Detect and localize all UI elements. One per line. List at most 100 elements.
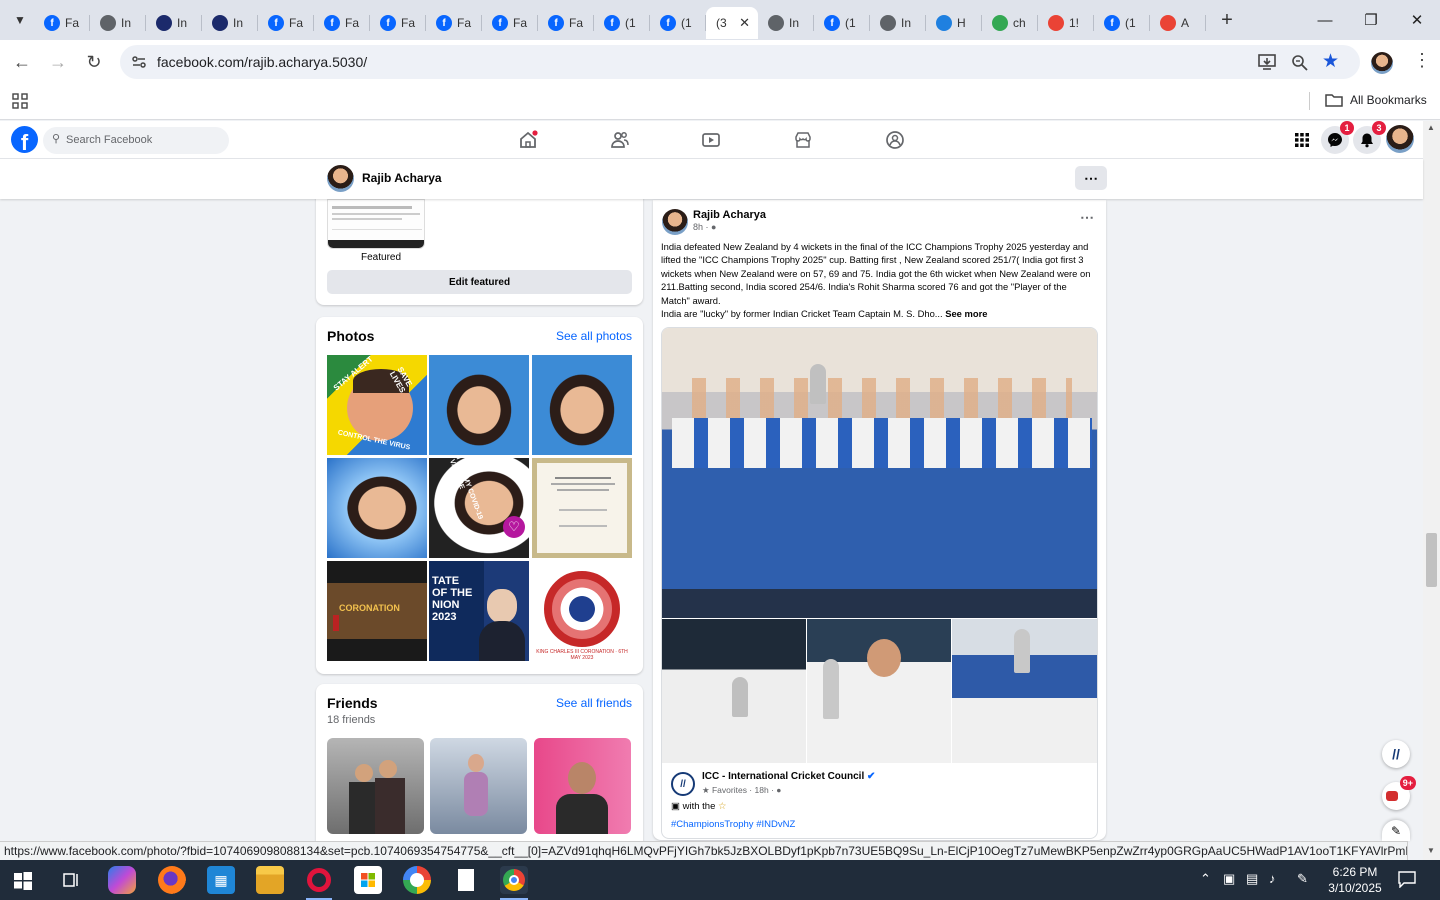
- browser-tab[interactable]: f Fa: [314, 7, 370, 39]
- install-app-icon[interactable]: [1258, 54, 1276, 70]
- windows-start-icon[interactable]: [14, 872, 32, 890]
- teamviewer-icon[interactable]: ▦: [207, 866, 235, 894]
- chrome-active-icon[interactable]: [500, 866, 528, 894]
- post-author-name[interactable]: Rajib Acharya: [693, 209, 766, 221]
- photo-certificate[interactable]: [532, 458, 632, 558]
- browser-tab[interactable]: f Fa: [34, 7, 90, 39]
- messenger-button[interactable]: 1: [1321, 121, 1354, 154]
- new-message-icon[interactable]: ✎: [1382, 820, 1410, 841]
- see-more-link[interactable]: See more: [945, 308, 987, 319]
- browser-tab[interactable]: f (1: [1094, 7, 1150, 39]
- task-view-icon[interactable]: [58, 866, 86, 894]
- minimize-button[interactable]: —: [1313, 8, 1337, 32]
- browser-tab[interactable]: f Fa: [482, 7, 538, 39]
- opera-icon[interactable]: [305, 866, 333, 894]
- see-all-photos-link[interactable]: See all photos: [556, 329, 632, 343]
- home-icon[interactable]: [518, 130, 538, 150]
- shared-thumb-1[interactable]: [662, 619, 806, 763]
- address-bar[interactable]: facebook.com/rajib.acharya.5030/: [120, 45, 1360, 79]
- browser-tab[interactable]: H: [926, 7, 982, 39]
- scroll-down-icon[interactable]: ▼: [1427, 846, 1435, 855]
- page-scrollbar[interactable]: ▲ ▼: [1423, 121, 1440, 860]
- zoom-icon[interactable]: [1291, 54, 1308, 71]
- shared-hashtags[interactable]: #ChampionsTrophy #INDvNZ: [671, 819, 795, 830]
- friend-photo-1[interactable]: [327, 738, 424, 834]
- tab-close-icon[interactable]: ✕: [739, 15, 750, 31]
- browser-tab[interactable]: In: [202, 7, 258, 39]
- reload-button[interactable]: ↻: [82, 50, 106, 74]
- microsoft-store-icon[interactable]: [354, 866, 382, 894]
- shared-main-photo[interactable]: [662, 328, 1097, 618]
- friend-photo-3[interactable]: [534, 738, 631, 834]
- file-explorer-icon[interactable]: [256, 866, 284, 894]
- photo-stay-alert[interactable]: STAY ALERT SAVE LIVES CONTROL THE VIRUS: [327, 355, 427, 455]
- browser-profile-avatar[interactable]: [1371, 52, 1393, 74]
- clock[interactable]: 6:26 PM 3/10/2025: [1326, 864, 1384, 896]
- friend-photo-2[interactable]: [430, 738, 527, 834]
- photo-profile-3[interactable]: [532, 355, 632, 455]
- close-window-button[interactable]: ✕: [1405, 8, 1429, 32]
- facebook-logo-icon[interactable]: f: [11, 126, 38, 153]
- menu-grid-button[interactable]: [1288, 126, 1316, 154]
- see-all-friends-link[interactable]: See all friends: [556, 696, 632, 710]
- browser-tab[interactable]: In: [758, 7, 814, 39]
- friends-icon[interactable]: [610, 130, 630, 150]
- photo-coronation[interactable]: CORONATION: [327, 561, 427, 661]
- site-settings-icon[interactable]: [131, 54, 147, 70]
- groups-icon[interactable]: [885, 130, 905, 150]
- browser-menu-icon[interactable]: ⋮: [1413, 50, 1431, 71]
- browser-tab[interactable]: In: [870, 7, 926, 39]
- icc-widget-icon[interactable]: //: [1382, 740, 1410, 768]
- browser-tab[interactable]: A: [1150, 7, 1206, 39]
- notepad-icon[interactable]: [452, 866, 480, 894]
- browser-tab[interactable]: f Fa: [426, 7, 482, 39]
- profile-avatar[interactable]: [327, 165, 354, 192]
- featured-thumbnail[interactable]: [327, 199, 425, 249]
- scrollbar-thumb[interactable]: [1426, 533, 1437, 587]
- pen-icon[interactable]: ✎: [1297, 871, 1308, 887]
- browser-tab[interactable]: f (1: [814, 7, 870, 39]
- profile-more-button[interactable]: ⋯: [1075, 166, 1107, 190]
- google-icon[interactable]: [403, 866, 431, 894]
- browser-tab[interactable]: 1!: [1038, 7, 1094, 39]
- apps-grid-icon[interactable]: [12, 93, 28, 109]
- notifications-button[interactable]: 3: [1353, 121, 1386, 154]
- post-options-icon[interactable]: ⋯: [1080, 209, 1094, 226]
- shared-author[interactable]: ICC - International Cricket Council ✔: [702, 771, 875, 782]
- new-tab-button[interactable]: +: [1212, 5, 1242, 35]
- marketplace-icon[interactable]: [793, 130, 813, 150]
- search-input[interactable]: ⚲ Search Facebook: [43, 127, 229, 154]
- browser-tab[interactable]: In: [146, 7, 202, 39]
- notification-center-icon[interactable]: [1398, 871, 1416, 888]
- forward-button[interactable]: →: [46, 50, 70, 74]
- scroll-up-icon[interactable]: ▲: [1427, 123, 1435, 132]
- photo-profile-2[interactable]: [429, 355, 529, 455]
- photo-vaccine[interactable]: I GOT MY COVID-19 VACCINE ♡: [429, 458, 529, 558]
- bookmark-star-icon[interactable]: ★: [1322, 50, 1339, 73]
- tray-device-icon[interactable]: ▣: [1223, 871, 1235, 887]
- copilot-icon[interactable]: [108, 866, 136, 894]
- photo-king-charles[interactable]: KING CHARLES III CORONATION · 6TH MAY 20…: [532, 561, 632, 661]
- firefox-icon[interactable]: [158, 866, 186, 894]
- browser-tab[interactable]: (3 ✕: [706, 7, 758, 39]
- photo-state-of-union[interactable]: TATE OF THE NION 2023: [429, 561, 529, 661]
- profile-name[interactable]: Rajib Acharya: [362, 171, 442, 185]
- icc-logo-icon[interactable]: //: [671, 772, 695, 796]
- browser-tab[interactable]: In: [90, 7, 146, 39]
- browser-tab[interactable]: ch: [982, 7, 1038, 39]
- video-icon[interactable]: [701, 130, 721, 150]
- news-widget-icon[interactable]: 9+: [1382, 776, 1416, 810]
- network-icon[interactable]: ▤: [1246, 871, 1258, 887]
- shared-thumb-2[interactable]: [807, 619, 951, 763]
- post-time[interactable]: 8h · ●: [693, 222, 716, 232]
- photo-profile-blue[interactable]: [327, 458, 427, 558]
- edit-featured-button[interactable]: Edit featured: [327, 270, 632, 294]
- restore-button[interactable]: ❐: [1359, 8, 1383, 32]
- volume-icon[interactable]: ♪: [1269, 871, 1276, 886]
- shared-thumb-3[interactable]: [952, 619, 1097, 763]
- browser-tab[interactable]: f (1: [594, 7, 650, 39]
- browser-tab[interactable]: f Fa: [370, 7, 426, 39]
- account-avatar[interactable]: [1386, 125, 1414, 153]
- browser-tab[interactable]: f (1: [650, 7, 706, 39]
- post-author-avatar[interactable]: [662, 209, 688, 235]
